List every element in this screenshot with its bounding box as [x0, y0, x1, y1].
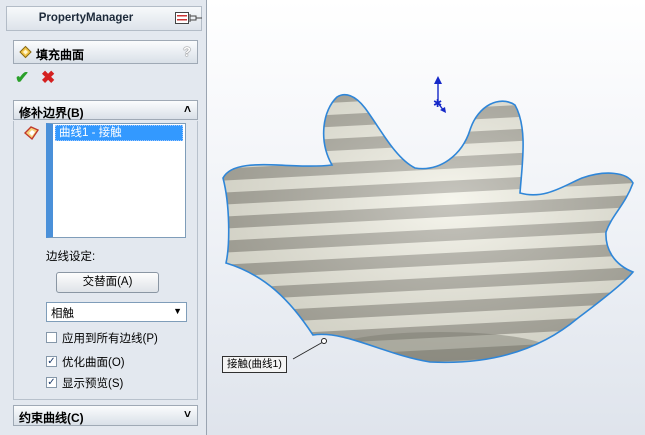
contact-callout[interactable]: 接触(曲线1) [222, 356, 287, 373]
boundary-selection-icon [23, 126, 40, 141]
property-manager-header: PropertyManager [6, 6, 202, 31]
expand-icon[interactable]: ˅ [184, 407, 191, 421]
help-icon[interactable]: ? [183, 44, 191, 59]
apply-all-edges-checkbox[interactable] [46, 332, 57, 343]
alternate-face-button[interactable]: 交替面(A) [56, 272, 159, 293]
list-item[interactable]: 曲线1 - 接触 [55, 125, 183, 141]
optimize-surface-checkbox[interactable]: ✓ [46, 356, 57, 367]
contact-type-select[interactable]: 相触 ▼ [46, 302, 187, 322]
feature-title: 填充曲面 [36, 48, 85, 62]
cancel-button[interactable]: ✖ [41, 68, 55, 88]
contact-marker[interactable] [321, 338, 327, 344]
panel-layout-icon[interactable] [175, 12, 189, 24]
callout-leader [292, 341, 324, 360]
collapse-icon[interactable]: ˄ [184, 102, 191, 116]
triad-icon[interactable]: ✱ [433, 76, 446, 113]
show-preview-checkbox[interactable]: ✓ [46, 377, 57, 388]
patch-boundary-group-header[interactable]: 修补边界(B) ˄ [13, 100, 198, 120]
show-preview-label: 显示预览(S) [62, 378, 124, 390]
patch-boundary-title: 修补边界(B) [19, 106, 84, 120]
chevron-down-icon[interactable]: ▼ [173, 306, 182, 316]
pin-icon[interactable] [189, 12, 203, 24]
optimize-surface-label: 优化曲面(O) [62, 357, 125, 369]
property-manager-title: PropertyManager [38, 12, 134, 24]
contact-type-value: 相触 [51, 308, 74, 320]
constraint-curves-title: 约束曲线(C) [19, 411, 84, 425]
apply-all-edges-label: 应用到所有边线(P) [62, 333, 158, 345]
svg-text:✱: ✱ [433, 98, 442, 110]
constraint-curves-group-header[interactable]: 约束曲线(C) ˅ [13, 405, 198, 426]
edge-settings-label: 边线设定: [46, 251, 96, 263]
ok-button[interactable]: ✔ [15, 68, 29, 88]
fill-surface-preview [223, 94, 633, 363]
fill-surface-icon [19, 45, 32, 59]
property-manager-panel: PropertyManager 填充曲面 ? ✔ ✖ 修补边界(B) ˄ 曲线1… [0, 0, 207, 435]
feature-header: 填充曲面 ? [13, 40, 198, 64]
boundary-list[interactable]: 曲线1 - 接触 [46, 123, 186, 238]
